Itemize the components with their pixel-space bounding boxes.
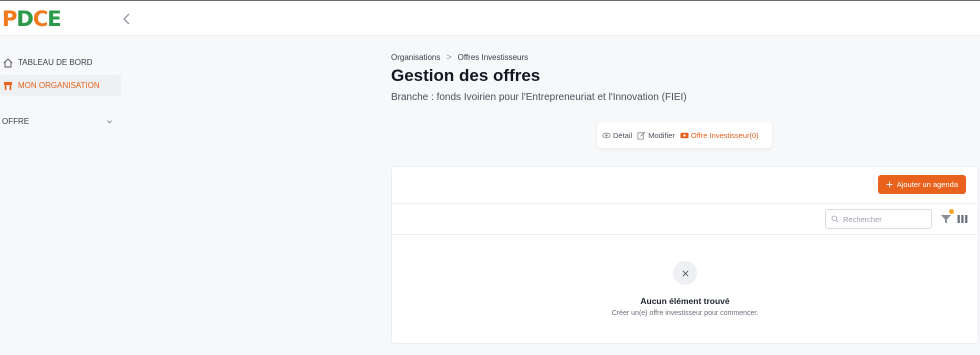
search-box[interactable]: [825, 209, 932, 229]
sidebar: TABLEAU DE BORD MON ORGANISATION OFFRE: [0, 37, 124, 355]
filter-badge: [949, 209, 954, 214]
breadcrumb: Organisations > Offres Investisseurs: [391, 52, 528, 62]
logo-letter-p: P: [2, 7, 17, 31]
search-icon: [831, 215, 839, 223]
tab-detail[interactable]: Détail: [602, 131, 632, 140]
collapse-sidebar-button[interactable]: [120, 11, 134, 27]
breadcrumb-organisations[interactable]: Organisations: [391, 53, 440, 62]
sidebar-item-label: TABLEAU DE BORD: [18, 58, 93, 67]
pdce-logo[interactable]: P D C E: [2, 7, 62, 31]
tab-modifier[interactable]: Modifier: [637, 131, 675, 140]
breadcrumb-separator: >: [446, 52, 452, 62]
plus-icon: [886, 181, 893, 188]
tab-bar: Détail Modifier Offre Investisseur(0): [597, 122, 772, 148]
chevron-down-icon: [107, 120, 112, 124]
breadcrumb-offres-investisseurs: Offres Investisseurs: [457, 52, 529, 62]
eye-icon: [602, 132, 611, 138]
add-agenda-button[interactable]: Ajouter un agenda: [877, 175, 966, 194]
empty-state-title: Aucun élément trouvé: [640, 296, 730, 306]
store-icon: [4, 81, 12, 90]
logo-letter-e: E: [47, 7, 61, 31]
edit-icon: [637, 131, 646, 139]
tab-label: Détail: [613, 130, 633, 140]
page-title: Gestion des offres: [391, 66, 541, 85]
columns-icon[interactable]: [957, 214, 968, 224]
tab-label: Modifier: [648, 130, 675, 140]
search-input[interactable]: [843, 214, 923, 224]
filter-icon[interactable]: [940, 213, 952, 225]
empty-state-description: Créer un(e) offre investisseur pour comm…: [611, 310, 759, 317]
chevron-left-icon: [123, 13, 130, 25]
logo-letter-d: D: [16, 7, 33, 31]
sidebar-item-label: OFFRE: [2, 117, 30, 126]
empty-state-icon: [673, 261, 697, 285]
sidebar-item-label: MON ORGANISATION: [18, 81, 100, 90]
page-subtitle: Branche : fonds Ivoirien pour l'Entrepre…: [391, 92, 687, 103]
close-icon: [682, 270, 688, 276]
offers-card: Ajouter un agenda Aucun élément trouvé C…: [391, 166, 979, 344]
tab-offre-investisseur[interactable]: Offre Investisseur(0): [680, 131, 759, 140]
add-agenda-label: Ajouter un agenda: [896, 180, 958, 189]
card-header: Ajouter un agenda: [392, 167, 978, 204]
sidebar-item-offre[interactable]: OFFRE: [0, 111, 121, 132]
tab-label: Offre Investisseur(0): [690, 130, 759, 140]
table-toolbar: [392, 204, 978, 235]
sidebar-item-mon-organisation[interactable]: MON ORGANISATION: [0, 75, 121, 96]
logo-letter-c: C: [32, 7, 48, 31]
sidebar-item-tableau-de-bord[interactable]: TABLEAU DE BORD: [0, 52, 121, 73]
home-icon: [3, 57, 13, 67]
top-bar: P D C E: [0, 0, 980, 36]
ticket-icon: [680, 132, 689, 138]
